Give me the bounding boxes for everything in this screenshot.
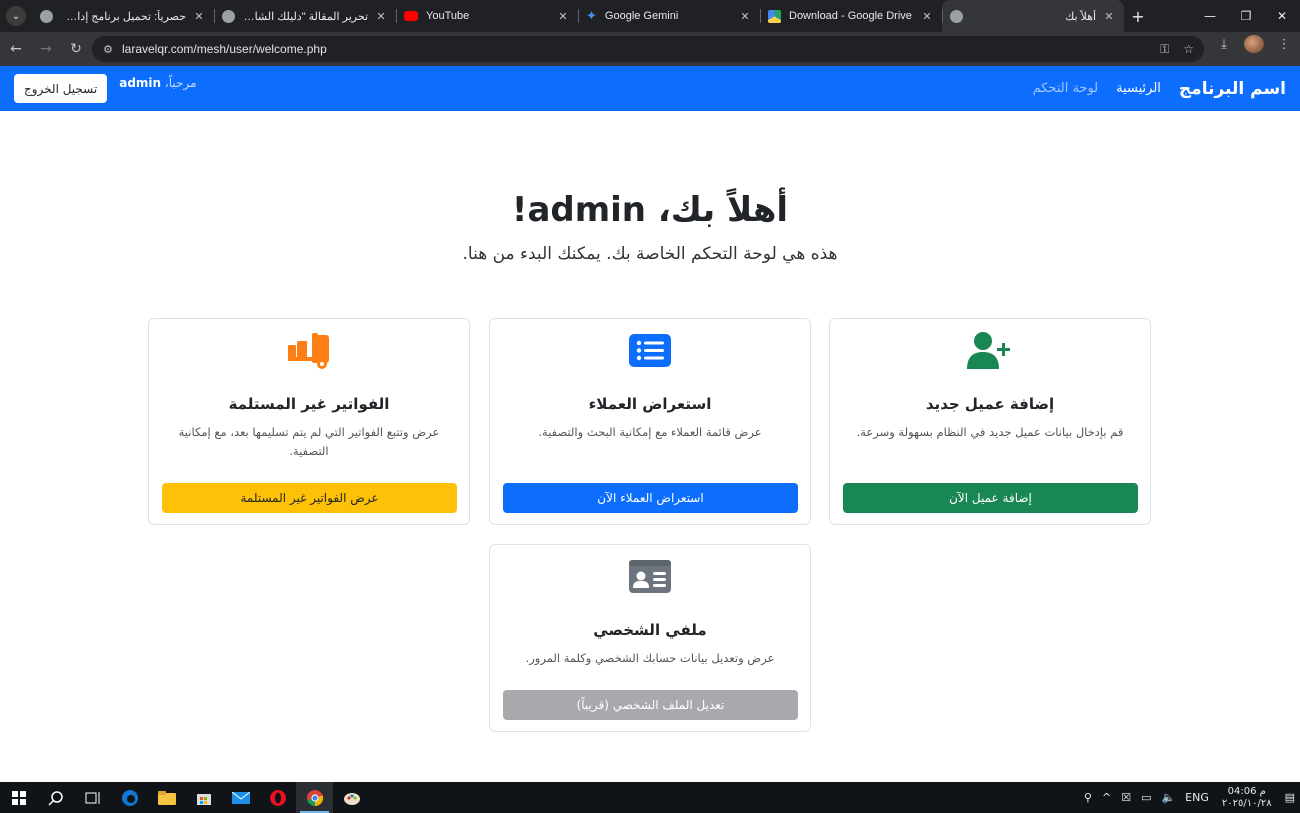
page-subtitle: هذه هي لوحة التحكم الخاصة بك. يمكنك البد… [462, 244, 838, 264]
browser-tab[interactable]: YouTube ✕ [396, 0, 578, 32]
page-title: أهلاً بك، admin! [511, 190, 789, 230]
drive-icon [768, 9, 781, 23]
globe-icon [40, 9, 53, 23]
menu-dots-icon[interactable]: ⋮ [1274, 37, 1294, 52]
people-icon[interactable]: ⚲ [1084, 791, 1092, 804]
logout-button[interactable]: تسجيل الخروج [14, 74, 108, 103]
card-title: إضافة عميل جديد [925, 395, 1055, 413]
mail-icon[interactable] [222, 782, 259, 813]
close-icon[interactable]: ✕ [1102, 10, 1116, 23]
browser-tab[interactable]: ✦ Google Gemini ✕ [578, 0, 760, 32]
card-profile: ملفي الشخصي عرض وتعديل بيانات حسابك الشخ… [489, 544, 811, 732]
clock[interactable]: 04:06 م ٢٠٢٥/١٠/٢٨ [1222, 786, 1272, 810]
tab-search-button[interactable]: ⌄ [6, 6, 26, 26]
search-icon[interactable] [37, 782, 74, 813]
forward-icon[interactable]: → [32, 35, 60, 63]
tab-title: أهلاً بك [1065, 10, 1096, 23]
welcome-user-text: مرحباً، admin [119, 76, 196, 90]
list-icon [490, 331, 810, 371]
edit-profile-button[interactable]: تعديل الملف الشخصي (قريباً) [503, 690, 798, 720]
gemini-icon: ✦ [586, 8, 597, 24]
security-icon[interactable]: ☒ [1121, 791, 1131, 804]
tab-title: Google Gemini [604, 10, 679, 22]
app-navbar: اسم البرنامج الرئيسية لوحة التحكم مرحباً… [0, 66, 1300, 111]
system-tray: ⚲ ^ ☒ ▭ 🔈 ENG 04:06 م ٢٠٢٥/١٠/٢٨ ▤ [1079, 782, 1300, 813]
card-title: ملفي الشخصي [593, 621, 707, 639]
tab-title: تحرير المقالة "دليلك الشامل لاست... [243, 10, 368, 23]
windows-taskbar: ⚲ ^ ☒ ▭ 🔈 ENG 04:06 م ٢٠٢٥/١٠/٢٨ ▤ [0, 782, 1300, 813]
close-icon[interactable]: ✕ [374, 10, 388, 23]
nav-link-dashboard[interactable]: لوحة التحكم [1033, 81, 1099, 96]
welcome-hero: أهلاً بك، admin! هذه هي لوحة التحكم الخا… [0, 190, 1300, 264]
card-undelivered-invoices: الفواتير غير المستلمة عرض وتتبع الفواتير… [148, 318, 470, 525]
clock-time: 04:06 م [1227, 785, 1266, 797]
file-explorer-icon[interactable] [148, 782, 185, 813]
tab-title: Download - Google Drive [789, 10, 912, 22]
window-controls: — ❐ ✕ [1192, 0, 1300, 32]
card-description: عرض وتتبع الفواتير التي لم يتم تسليمها ب… [178, 425, 440, 458]
globe-icon [950, 9, 963, 23]
view-clients-button[interactable]: استعراض العملاء الآن [503, 483, 798, 513]
card-view-clients: استعراض العملاء عرض قائمة العملاء مع إمك… [489, 318, 811, 525]
card-description: قم بإدخال بيانات عميل جديد في النظام بسه… [856, 425, 1124, 439]
user-plus-icon [830, 331, 1150, 371]
youtube-icon [404, 11, 418, 21]
minimize-icon[interactable]: — [1192, 0, 1228, 32]
navbar-user-area: مرحباً، admin تسجيل الخروج [14, 74, 197, 103]
add-client-button[interactable]: إضافة عميل الآن [843, 483, 1138, 513]
language-indicator[interactable]: ENG [1185, 791, 1209, 804]
card-description: عرض وتعديل بيانات حسابك الشخصي وكلمة الم… [525, 651, 775, 665]
volume-icon[interactable]: 🔈 [1161, 791, 1175, 804]
browser-tab[interactable]: تحرير المقالة "دليلك الشامل لاست... ✕ [214, 0, 396, 32]
close-icon[interactable]: ✕ [738, 10, 752, 23]
chevron-up-icon[interactable]: ^ [1102, 791, 1111, 804]
tab-title: YouTube [426, 10, 470, 22]
dolly-icon [149, 331, 469, 371]
username: admin [119, 75, 162, 90]
tab-title: حصرياً: تحميل برنامج إدارة المخازن [61, 10, 186, 23]
browser-tab-active[interactable]: أهلاً بك ✕ [942, 0, 1124, 32]
reload-icon[interactable]: ↻ [62, 35, 90, 63]
browser-tab[interactable]: Download - Google Drive ✕ [760, 0, 942, 32]
close-icon[interactable]: ✕ [920, 10, 934, 23]
url-text[interactable]: laravelqr.com/mesh/user/welcome.php [122, 42, 1160, 56]
back-icon[interactable]: ← [2, 35, 30, 63]
restore-icon[interactable]: ❐ [1228, 0, 1264, 32]
close-icon[interactable]: ✕ [556, 10, 570, 23]
card-title: استعراض العملاء [588, 395, 712, 413]
browser-tab-strip: ⌄ حصرياً: تحميل برنامج إدارة المخازن ✕ ت… [0, 0, 1300, 32]
store-icon[interactable] [185, 782, 222, 813]
globe-icon [222, 9, 235, 23]
edge-icon[interactable] [111, 782, 148, 813]
browser-toolbar: ← → ↻ ⚙ laravelqr.com/mesh/user/welcome.… [0, 32, 1300, 66]
navbar-brand[interactable]: اسم البرنامج [1179, 79, 1286, 99]
chrome-icon[interactable] [296, 782, 333, 813]
bookmark-star-icon[interactable]: ☆ [1183, 42, 1194, 57]
undelivered-invoices-button[interactable]: عرض الفواتير غير المستلمة [162, 483, 457, 513]
notification-icon[interactable]: ▤ [1285, 791, 1295, 804]
card-add-client: إضافة عميل جديد قم بإدخال بيانات عميل جد… [829, 318, 1151, 525]
site-info-icon[interactable]: ⚙ [98, 43, 118, 56]
card-title: الفواتير غير المستلمة [228, 395, 390, 413]
clock-date: ٢٠٢٥/١٠/٢٨ [1221, 797, 1272, 809]
paint-icon[interactable] [333, 782, 370, 813]
task-view-icon[interactable] [74, 782, 111, 813]
opera-icon[interactable] [259, 782, 296, 813]
windows-start-icon[interactable] [0, 782, 37, 813]
browser-tab[interactable]: حصرياً: تحميل برنامج إدارة المخازن ✕ [32, 0, 214, 32]
profile-avatar[interactable] [1244, 35, 1264, 53]
card-description: عرض قائمة العملاء مع إمكانية البحث والتص… [538, 425, 762, 439]
new-tab-button[interactable]: + [1124, 7, 1152, 26]
password-key-icon[interactable]: ⚿ [1160, 42, 1169, 57]
id-card-icon [490, 557, 810, 597]
close-window-icon[interactable]: ✕ [1264, 0, 1300, 32]
close-icon[interactable]: ✕ [192, 10, 206, 23]
download-icon[interactable]: ⤓ [1214, 37, 1234, 52]
address-bar[interactable]: ⚙ laravelqr.com/mesh/user/welcome.php ⚿ … [92, 36, 1204, 62]
nav-link-home[interactable]: الرئيسية [1116, 81, 1161, 96]
tab-list: حصرياً: تحميل برنامج إدارة المخازن ✕ تحر… [32, 0, 1124, 32]
network-icon[interactable]: ▭ [1141, 791, 1151, 804]
welcome-prefix: مرحباً، [164, 75, 197, 90]
